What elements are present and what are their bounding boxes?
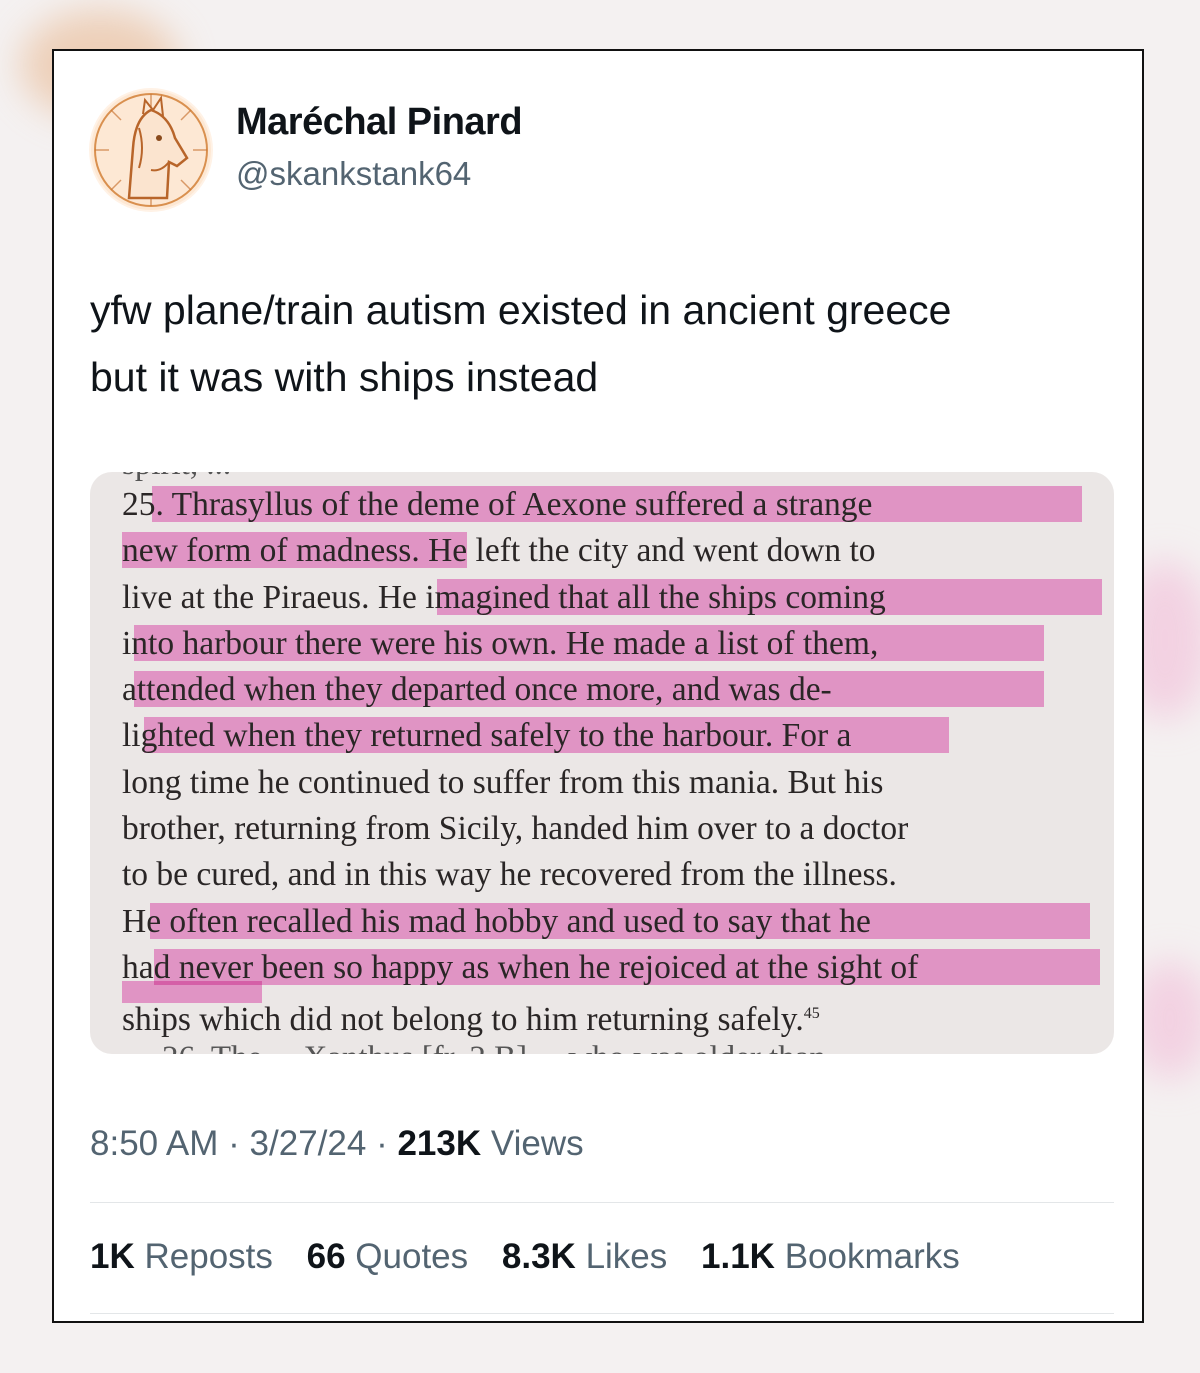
- engagement-stats: 1K Reposts 66 Quotes 8.3K Likes 1.1K Boo…: [90, 1237, 984, 1277]
- page-line: new form of madness. He left the city an…: [122, 532, 876, 570]
- page-line: to be cured, and in this way he recovere…: [122, 856, 897, 894]
- tweet-text-line: but it was with ships instead: [90, 354, 599, 400]
- highlight: [122, 981, 262, 1004]
- views-count: 213K: [397, 1124, 482, 1163]
- page-line: brother, returning from Sicily, handed h…: [122, 810, 909, 848]
- book-page-text: 25. Thrasyllus of the deme of Aexone suf…: [122, 482, 1102, 1038]
- tweet-photo[interactable]: spirit, ... 25. Thrasyllus of the deme o…: [90, 472, 1114, 1054]
- divider: [90, 1313, 1114, 1314]
- page-line: 25. Thrasyllus of the deme of Aexone suf…: [122, 482, 1082, 528]
- page-line: long time he continued to suffer from th…: [122, 763, 884, 801]
- views-label: Views: [490, 1124, 584, 1163]
- tweet-meta: 8:50 AM · 3/27/24 · 213K Views: [90, 1124, 584, 1164]
- bookmarks-stat[interactable]: 1.1K Bookmarks: [701, 1237, 960, 1276]
- divider: [90, 1202, 1114, 1203]
- page-line: into harbour there were his own. He made…: [122, 621, 1072, 667]
- page-line: ships which did not belong to him return…: [122, 981, 1072, 1038]
- page-line: had never been so happy as when he rejoi…: [122, 945, 1100, 991]
- page-line: live at the Piraeus. He imagined that al…: [122, 575, 1102, 621]
- photo-cut-text-bottom: 26. The ... Xanthus [fr. 2 B] ... who wa…: [162, 1040, 826, 1054]
- author-handle[interactable]: @skankstank64: [236, 155, 471, 193]
- tweet-time[interactable]: 8:50 AM: [90, 1124, 218, 1163]
- avatar[interactable]: [89, 88, 213, 212]
- meta-separator: ·: [376, 1124, 388, 1163]
- author-display-name[interactable]: Maréchal Pinard: [236, 101, 523, 144]
- tweet-text: yfw plane/train autism existed in ancien…: [90, 277, 1120, 411]
- quotes-stat[interactable]: 66 Quotes: [307, 1237, 469, 1276]
- meta-separator: ·: [228, 1124, 240, 1163]
- page-line: He often recalled his mad hobby and used…: [122, 899, 1090, 945]
- tweet-date[interactable]: 3/27/24: [250, 1124, 367, 1163]
- drawn-dog-portrait-avatar-icon: [91, 90, 211, 210]
- page-line: lighted when they returned safely to the…: [122, 713, 1072, 759]
- tweet-card: Maréchal Pinard @skankstank64 yfw plane/…: [52, 49, 1144, 1323]
- page-line: attended when they departed once more, a…: [122, 667, 1072, 713]
- footnote-number: 45: [803, 1005, 820, 1023]
- tweet-text-line: yfw plane/train autism existed in ancien…: [90, 287, 952, 333]
- reposts-stat[interactable]: 1K Reposts: [90, 1237, 273, 1276]
- likes-stat[interactable]: 8.3K Likes: [502, 1237, 667, 1276]
